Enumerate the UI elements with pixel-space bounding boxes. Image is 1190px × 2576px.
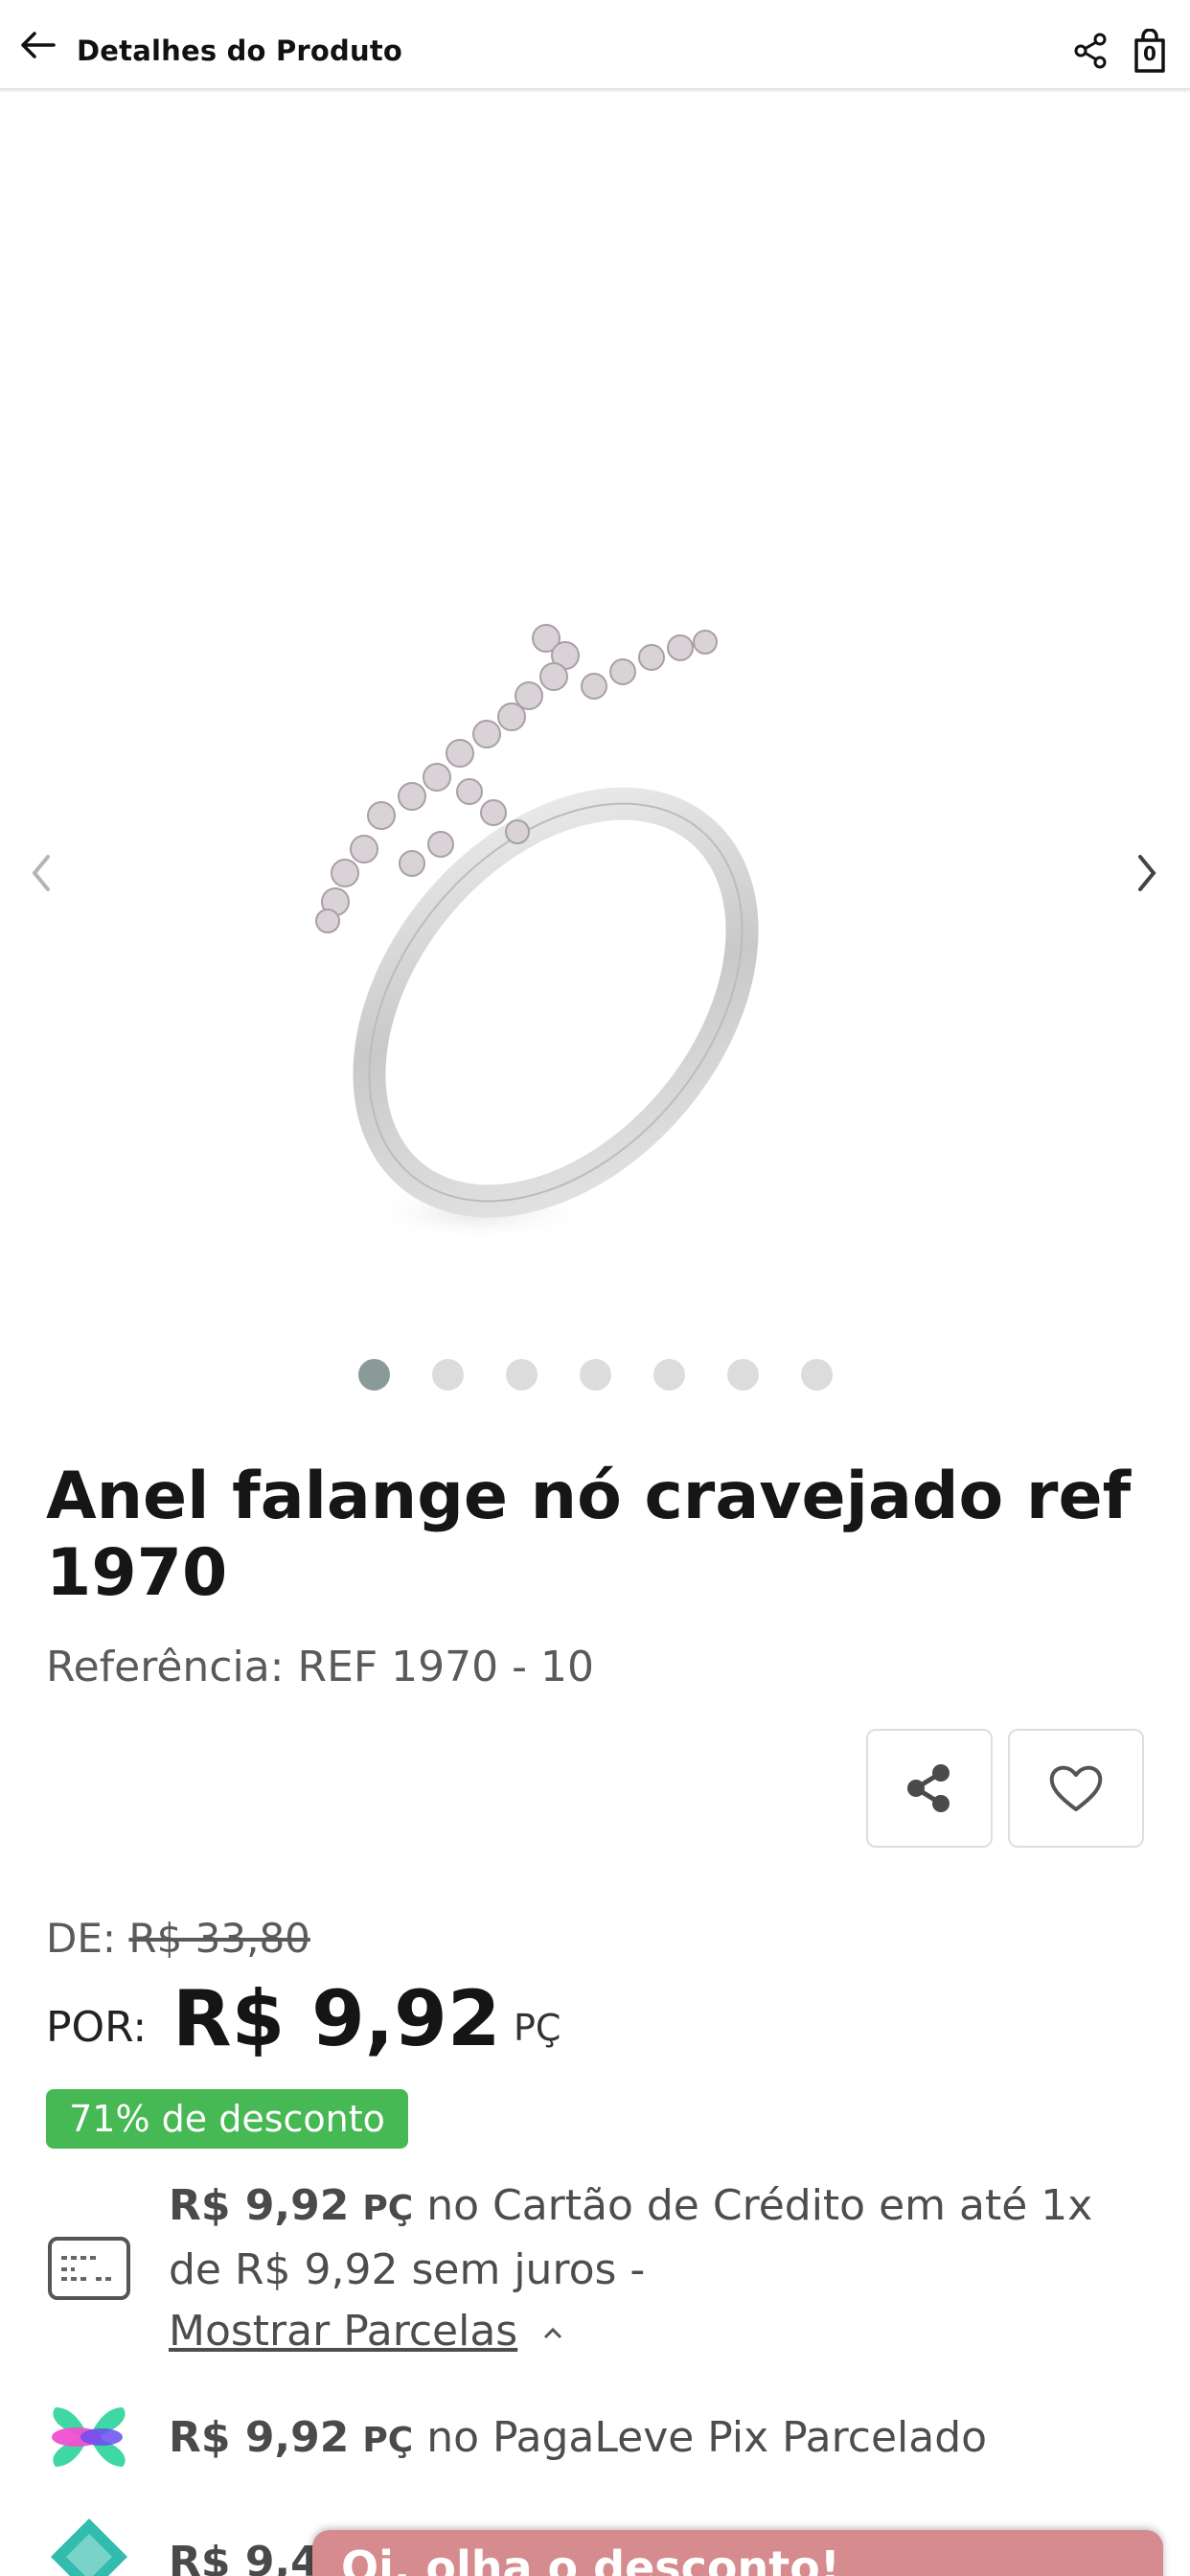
carousel-dot[interactable] (801, 1359, 833, 1391)
share-icon (907, 1764, 950, 1812)
discount-badge: 71% de desconto (46, 2089, 408, 2149)
pagaleve-payment-text: R$ 9,92 PÇ no PagaLeve Pix Parcelado (169, 2407, 1157, 2472)
carousel-indicators (358, 1359, 833, 1392)
show-installments-link[interactable]: Mostrar Parcelas (169, 2307, 517, 2356)
shopping-bag-icon[interactable]: 0 (1133, 28, 1167, 73)
current-price-label: POR: (46, 2003, 148, 2052)
favorite-button[interactable] (1008, 1729, 1144, 1848)
top-app-bar: Detalhes do Produto 0 (0, 0, 1190, 90)
payment-card-row: R$ 9,92 PÇ no Cartão de Crédito em até 1… (46, 2175, 1157, 2363)
carousel-dot[interactable] (580, 1359, 611, 1391)
share-button[interactable] (866, 1729, 993, 1848)
pagaleve-logo-icon (46, 2400, 132, 2478)
carousel-dot[interactable] (506, 1359, 538, 1391)
pix-icon (46, 2518, 132, 2576)
card-unit: PÇ (362, 2189, 414, 2228)
product-image (315, 624, 759, 1242)
carousel-dot[interactable] (432, 1359, 464, 1391)
heart-icon (1049, 1765, 1103, 1811)
original-price: R$ 33,80 (128, 1915, 310, 1962)
pix-price: R$ 9,4 (169, 2538, 320, 2576)
share-icon[interactable] (1073, 33, 1108, 69)
pagaleve-unit: PÇ (362, 2421, 414, 2460)
card-price: R$ 9,92 (169, 2181, 350, 2230)
carousel-dot[interactable] (358, 1359, 390, 1391)
price-unit: PÇ (514, 2007, 561, 2049)
product-title: Anel falange nó cravejado ref 1970 (46, 1459, 1132, 1611)
credit-card-icon (46, 2235, 132, 2306)
promo-toast-text: Oi, olha o desconto! (341, 2542, 840, 2576)
promo-toast[interactable]: Oi, olha o desconto! (312, 2530, 1163, 2576)
page-title: Detalhes do Produto (77, 34, 403, 67)
original-price-label: DE: (46, 1915, 117, 1962)
product-reference: Referência: REF 1970 - 10 (46, 1643, 594, 1691)
original-price-row: DE: R$ 33,80 (46, 1915, 310, 1962)
carousel-dot[interactable] (727, 1359, 759, 1391)
chevron-up-icon[interactable] (540, 2321, 565, 2346)
current-price: R$ 9,92 (172, 1974, 501, 2063)
pagaleve-price: R$ 9,92 (169, 2413, 350, 2462)
product-image-carousel[interactable] (0, 92, 1190, 1376)
payment-pagaleve-row: R$ 9,92 PÇ no PagaLeve Pix Parcelado (46, 2396, 1157, 2482)
next-image-icon[interactable] (1131, 849, 1163, 897)
cart-count: 0 (1143, 42, 1156, 65)
back-arrow-icon[interactable] (19, 31, 57, 59)
pagaleve-text: no PagaLeve Pix Parcelado (426, 2413, 988, 2462)
carousel-dot[interactable] (653, 1359, 685, 1391)
previous-image-icon[interactable] (25, 849, 57, 897)
card-payment-text: R$ 9,92 PÇ no Cartão de Crédito em até 1… (169, 2175, 1157, 2362)
